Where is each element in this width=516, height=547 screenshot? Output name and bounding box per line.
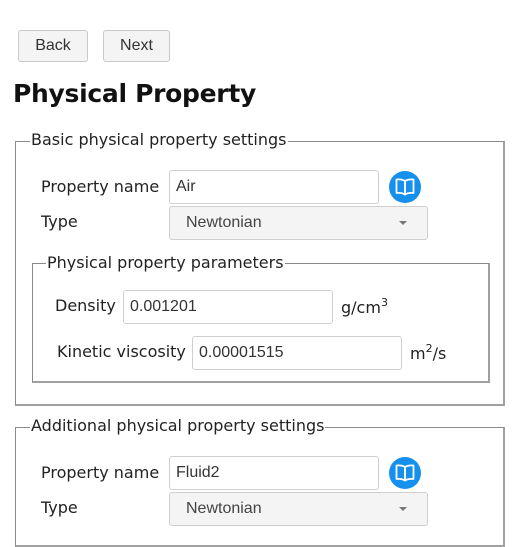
additional-library-button[interactable] xyxy=(389,457,421,489)
density-unit-base: g/cm xyxy=(341,298,381,317)
additional-property-name-label: Property name xyxy=(41,463,160,482)
viscosity-value: 0.00001515 xyxy=(199,344,284,361)
chevron-down-icon xyxy=(399,507,407,511)
basic-settings-legend: Basic physical property settings xyxy=(30,130,288,150)
additional-property-name-value: Fluid2 xyxy=(176,464,220,481)
additional-type-label: Type xyxy=(41,498,78,517)
density-value: 0.001201 xyxy=(130,298,197,315)
density-label: Density xyxy=(55,296,116,315)
density-unit-exp: 3 xyxy=(380,296,388,309)
viscosity-unit: m2/s xyxy=(410,342,446,363)
back-button[interactable]: Back xyxy=(18,30,88,62)
viscosity-unit-base: m xyxy=(410,344,426,363)
additional-type-value: Newtonian xyxy=(186,500,262,517)
density-input[interactable]: 0.001201 xyxy=(123,290,333,324)
additional-settings-legend: Additional physical property settings xyxy=(30,416,326,436)
book-icon xyxy=(395,178,415,196)
basic-type-label: Type xyxy=(41,212,78,231)
basic-type-value: Newtonian xyxy=(186,214,262,231)
viscosity-label: Kinetic viscosity xyxy=(57,342,186,361)
density-unit: g/cm3 xyxy=(341,296,388,317)
viscosity-unit-tail: /s xyxy=(432,344,447,363)
page-title: Physical Property xyxy=(13,79,256,108)
viscosity-input[interactable]: 0.00001515 xyxy=(192,336,402,370)
basic-property-name-label: Property name xyxy=(41,177,160,196)
additional-property-name-input[interactable]: Fluid2 xyxy=(169,456,379,490)
next-button[interactable]: Next xyxy=(103,30,170,62)
basic-property-name-input[interactable]: Air xyxy=(169,170,379,204)
basic-type-select[interactable]: Newtonian xyxy=(169,206,428,240)
basic-property-name-value: Air xyxy=(176,178,196,195)
book-icon xyxy=(395,464,415,482)
chevron-down-icon xyxy=(399,221,407,225)
parameters-legend: Physical property parameters xyxy=(46,253,285,273)
basic-library-button[interactable] xyxy=(389,171,421,203)
additional-type-select[interactable]: Newtonian xyxy=(169,492,428,526)
viscosity-unit-exp: 2 xyxy=(425,342,433,355)
